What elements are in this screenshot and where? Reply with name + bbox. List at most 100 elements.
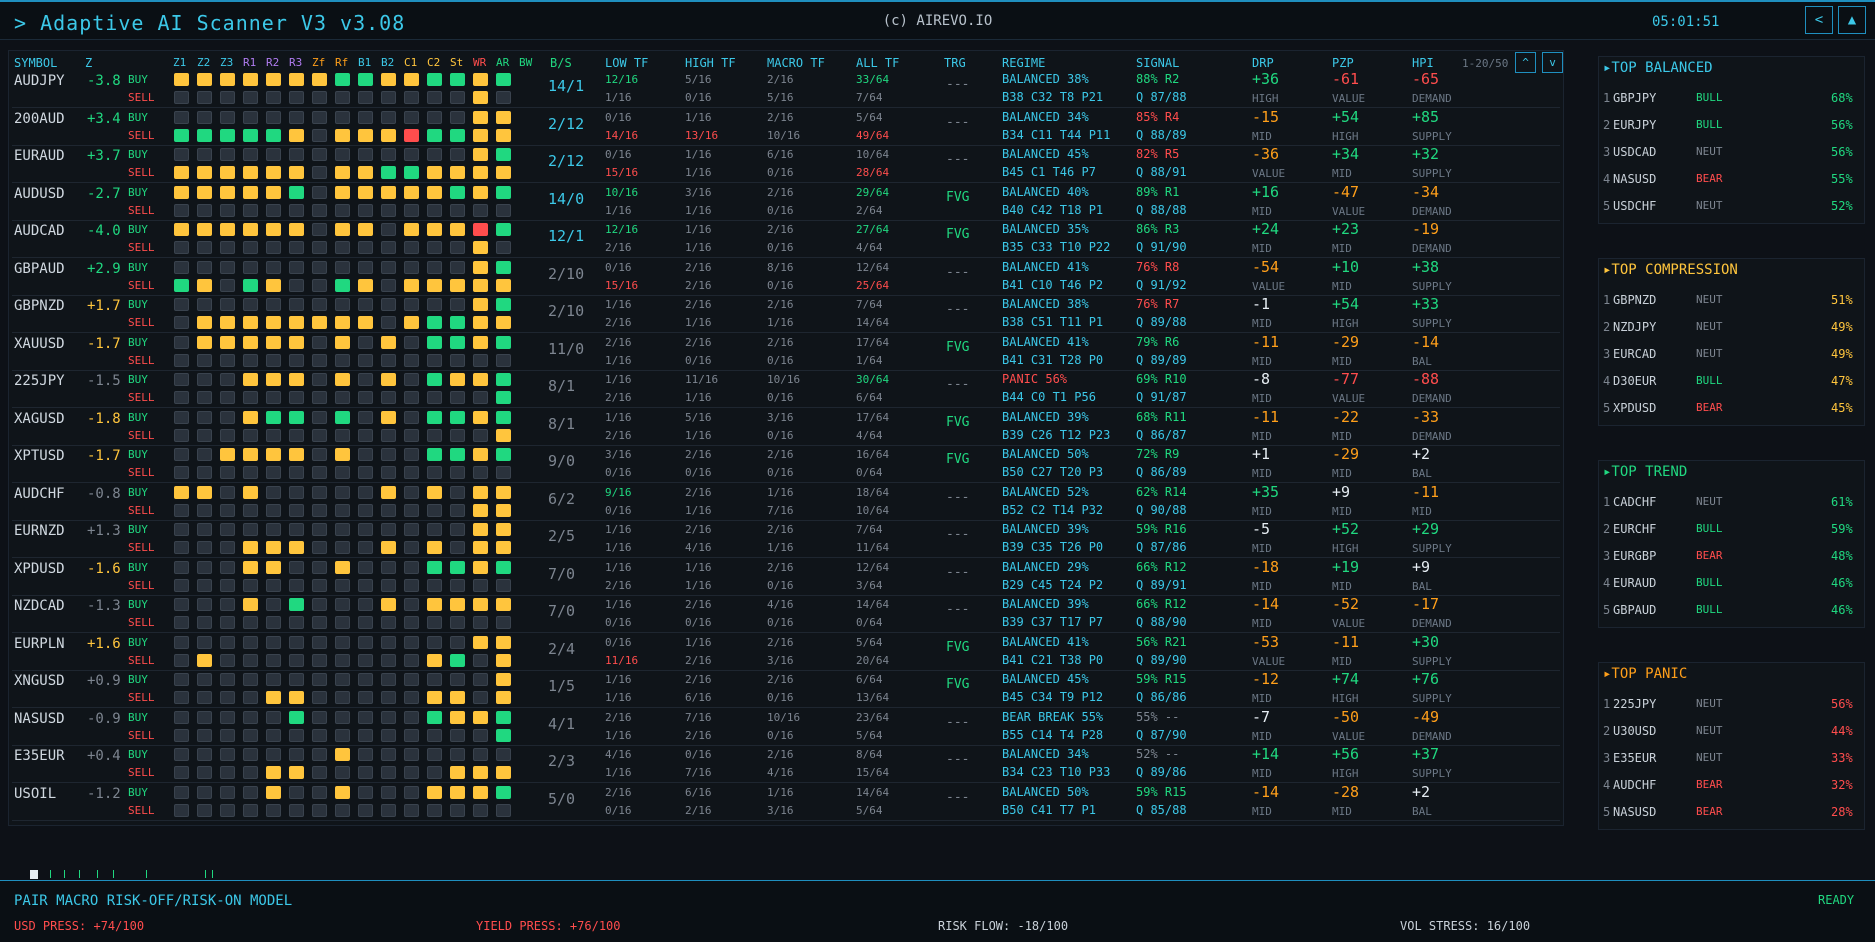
table-row[interactable]: EURAUD +3.7 BUY SELL 2/12 0/16 15/16 1/16 1/16 6/… xyxy=(12,145,1560,183)
table-row[interactable]: XNGUSD +0.9 BUY SELL 1/5 1/16 1/16 2/16 6/16 2/16… xyxy=(12,670,1560,708)
table-row[interactable]: AUDUSD -2.7 BUY SELL 14/0 10/16 1/16 3/16 1/16 2/… xyxy=(12,183,1560,221)
z-score: +0.9 xyxy=(87,673,121,689)
table-row[interactable]: AUDJPY -3.8 BUY SELL 14/1 12/16 1/16 5/16 0/16 2/… xyxy=(12,70,1560,108)
ranking-row[interactable]: 4 NASUSD BEAR 55% xyxy=(1599,166,1866,193)
timeframe-buy-count: 2/16 xyxy=(685,673,712,686)
ranking-row[interactable]: 3 E35EUR NEUT 33% xyxy=(1599,745,1866,772)
signal-cell xyxy=(473,298,488,311)
signal-cell xyxy=(312,128,327,142)
regime: BALANCED 39% xyxy=(1002,597,1089,611)
z-score: -2.7 xyxy=(87,185,121,202)
signal-cell xyxy=(289,653,304,667)
signal-cell xyxy=(496,223,511,236)
symbol-label: GBPNZD xyxy=(14,298,65,314)
table-row[interactable]: USOIL -1.2 BUY SELL 5/0 2/16 0/16 6/16 2/16 1/16 3… xyxy=(12,783,1560,821)
signal-cell xyxy=(496,766,511,779)
table-row[interactable]: E35EUR +0.4 BUY SELL 2/3 4/16 1/16 0/16 7/16 2/16… xyxy=(12,745,1560,783)
signal-cell xyxy=(381,148,396,161)
col-header-lowtf: LOW TF xyxy=(605,56,649,70)
col-header-drp: DRP xyxy=(1252,56,1274,70)
ranking-row[interactable]: 4 D30EUR BULL 47% xyxy=(1599,368,1866,395)
signal-cell xyxy=(335,241,350,254)
timeframe-sell-count: 10/16 xyxy=(767,128,801,142)
signal-cell xyxy=(427,560,442,574)
signal-cell xyxy=(473,766,488,779)
timeframe-buy-count: 11/16 xyxy=(685,373,719,386)
signal-cell xyxy=(174,785,189,799)
signal-cell xyxy=(266,503,281,517)
signal-cell xyxy=(197,148,212,161)
table-row[interactable]: EURPLN +1.6 BUY SELL 2/4 0/16 11/16 1/16 2/16 2/1… xyxy=(12,633,1560,671)
ranking-row[interactable]: 5 XPDUSD BEAR 45% xyxy=(1599,395,1866,422)
signal-cell xyxy=(358,448,373,461)
ranking-symbol: GBPJPY xyxy=(1613,91,1657,105)
table-row[interactable]: AUDCHF -0.8 BUY SELL 6/2 9/16 0/16 2/16 1/16 1/16… xyxy=(12,483,1560,521)
model-title: PAIR MACRO RISK-OFF/RISK-ON MODEL xyxy=(14,893,293,909)
table-row[interactable]: 225JPY -1.5 BUY SELL 8/1 1/16 2/16 11/16 1/16 10/… xyxy=(12,370,1560,408)
prev-button[interactable]: < xyxy=(1805,6,1833,34)
ranking-row[interactable]: 2 NZDJPY NEUT 49% xyxy=(1599,314,1866,341)
table-row[interactable]: GBPNZD +1.7 BUY SELL 2/10 1/16 2/16 2/16 1/16 2/1… xyxy=(12,295,1560,333)
signal-cell xyxy=(427,73,442,86)
signal-cell xyxy=(473,653,488,667)
ranking-row[interactable]: 3 USDCAD NEUT 56% xyxy=(1599,139,1866,166)
ranking-row[interactable]: 3 EURGBP BEAR 48% xyxy=(1599,543,1866,570)
table-row[interactable]: AUDCAD -4.0 BUY SELL 12/1 12/16 2/16 1/16 1/16 2/… xyxy=(12,220,1560,258)
signal-cell xyxy=(174,335,189,349)
table-row[interactable]: 200AUD +3.4 BUY SELL 2/12 0/16 14/16 1/16 13/16 2… xyxy=(12,108,1560,146)
table-row[interactable]: XPTUSD -1.7 BUY SELL 9/0 3/16 0/16 2/16 0/16 2/16… xyxy=(12,445,1560,483)
buy-sell-ratio: 7/0 xyxy=(548,564,576,583)
signal-cell xyxy=(335,748,350,761)
table-row[interactable]: XAUUSD -1.7 BUY SELL 11/0 2/16 1/16 2/16 0/16 2/1… xyxy=(12,333,1560,371)
ranking-symbol: AUDCHF xyxy=(1613,778,1657,792)
signal-cell xyxy=(358,110,373,124)
pzp-value: +54 xyxy=(1332,295,1360,313)
ranking-row[interactable]: 4 EURAUD BULL 46% xyxy=(1599,570,1866,597)
pzp-zone-label: MID xyxy=(1332,804,1352,818)
hpi-value: -17 xyxy=(1412,595,1440,613)
hpi-zone-label: DEMAND xyxy=(1412,729,1452,743)
pzp-zone-label: VALUE xyxy=(1332,729,1366,743)
ranking-row[interactable]: 2 U30USD NEUT 44% xyxy=(1599,718,1866,745)
pzp-zone-label: HIGH xyxy=(1332,692,1359,705)
buy-label: BUY xyxy=(128,560,148,574)
signal-cell xyxy=(427,278,442,292)
ranking-row[interactable]: 2 EURJPY BULL 56% xyxy=(1599,112,1866,139)
table-row[interactable]: EURNZD +1.3 BUY SELL 2/5 1/16 1/16 2/16 4/16 2/16… xyxy=(12,520,1560,558)
signal-cell xyxy=(381,73,396,86)
ranking-row[interactable]: 5 GBPAUD BULL 46% xyxy=(1599,597,1866,624)
table-row[interactable]: NZDCAD -1.3 BUY SELL 7/0 1/16 0/16 2/16 0/16 4/16… xyxy=(12,595,1560,633)
signal-quality: Q 89/86 xyxy=(1136,765,1187,779)
signal-cell xyxy=(427,673,442,686)
ranking-row[interactable]: 3 EURCAD NEUT 49% xyxy=(1599,341,1866,368)
buy-sell-ratio: 14/0 xyxy=(548,189,585,208)
signal-cell xyxy=(404,598,419,611)
ranking-row[interactable]: 1 225JPY NEUT 56% xyxy=(1599,691,1866,718)
signal-cell xyxy=(404,391,419,404)
timeframe-sell-count: 2/16 xyxy=(605,241,632,254)
table-row[interactable]: GBPAUD +2.9 BUY SELL 2/10 0/16 15/16 2/16 2/16 8/… xyxy=(12,258,1560,296)
table-row[interactable]: XAGUSD -1.8 BUY SELL 8/1 1/16 2/16 5/16 1/16 3/16… xyxy=(12,408,1560,446)
ranking-row[interactable]: 5 USDCHF NEUT 52% xyxy=(1599,193,1866,220)
table-row[interactable]: XPDUSD -1.6 BUY SELL 7/0 1/16 2/16 1/16 1/16 2/16… xyxy=(12,558,1560,596)
ranking-row[interactable]: 1 GBPJPY BULL 68% xyxy=(1599,85,1866,112)
sell-label: SELL xyxy=(128,653,155,667)
sell-label: SELL xyxy=(128,766,155,779)
ranking-row[interactable]: 4 AUDCHF BEAR 32% xyxy=(1599,772,1866,799)
signal-cell xyxy=(358,128,373,142)
sell-label: SELL xyxy=(128,428,155,442)
sell-label: SELL xyxy=(128,316,155,329)
table-row[interactable]: NASUSD -0.9 BUY SELL 4/1 2/16 1/16 7/16 2/16 10/1… xyxy=(12,708,1560,746)
signal-cell xyxy=(427,128,442,142)
ranking-row[interactable]: 5 NASUSD BEAR 28% xyxy=(1599,799,1866,826)
ranking-row[interactable]: 1 CADCHF NEUT 61% xyxy=(1599,489,1866,516)
signal-cell xyxy=(450,185,465,199)
signal-cell xyxy=(174,766,189,779)
sell-label: SELL xyxy=(128,278,155,292)
signal-cell xyxy=(496,710,511,724)
signal-score: 66% R12 xyxy=(1136,597,1187,611)
collapse-up-button[interactable]: ▲ xyxy=(1838,6,1866,34)
ranking-row[interactable]: 2 EURCHF BULL 59% xyxy=(1599,516,1866,543)
regime: BALANCED 38% xyxy=(1002,72,1089,86)
ranking-row[interactable]: 1 GBPNZD NEUT 51% xyxy=(1599,287,1866,314)
